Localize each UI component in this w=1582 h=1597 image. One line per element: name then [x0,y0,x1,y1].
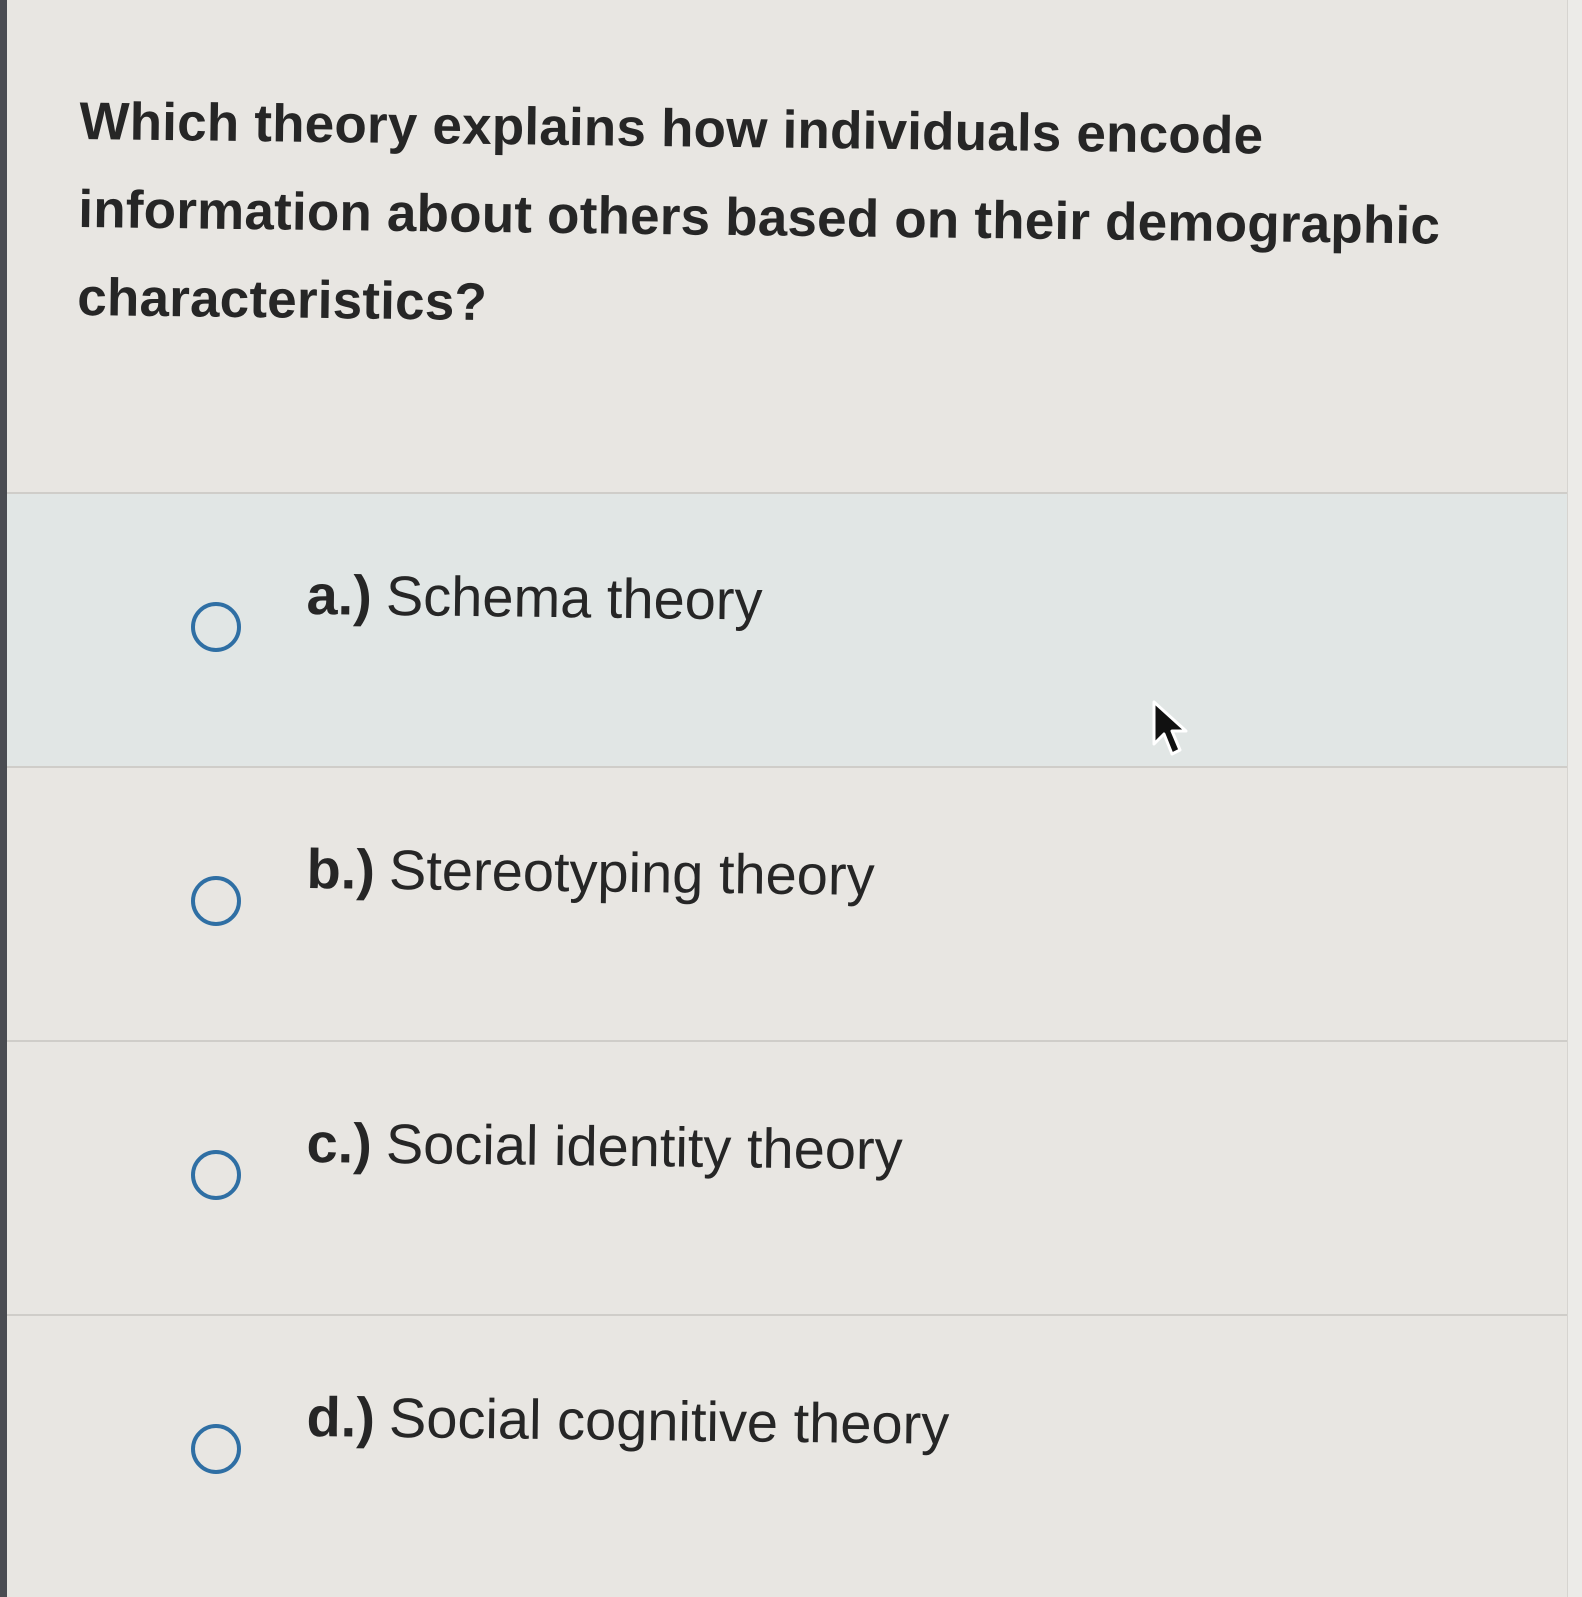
option-c-text: c.) Social identity theory [306,1108,903,1185]
option-b[interactable]: b.) Stereotyping theory [7,766,1567,1040]
option-a-letter: a.) [306,562,373,627]
option-a[interactable]: a.) Schema theory [7,492,1567,766]
option-c[interactable]: c.) Social identity theory [7,1040,1567,1314]
option-d-letter: d.) [306,1384,376,1449]
window-left-edge [0,0,7,1597]
mouse-pointer-icon [1152,700,1188,756]
option-b-label: Stereotyping theory [388,838,875,907]
question-text: Which theory explains how individuals en… [76,91,1441,332]
option-c-label: Social identity theory [385,1111,903,1182]
option-b-letter: b.) [306,836,376,901]
answer-options: a.) Schema theory b.) Stereotyping theory … [7,492,1567,1597]
option-a-label: Schema theory [385,563,763,632]
radio-button-c[interactable] [191,1150,241,1200]
option-c-letter: c.) [306,1110,373,1175]
option-a-text: a.) Schema theory [306,560,763,636]
option-d[interactable]: d.) Social cognitive theory [7,1314,1567,1588]
radio-button-b[interactable] [191,876,241,926]
option-d-text: d.) Social cognitive theory [306,1382,950,1460]
radio-button-d[interactable] [191,1424,241,1474]
option-d-label: Social cognitive theory [388,1386,950,1456]
scrollbar-track[interactable] [1567,0,1582,1597]
question-block: Which theory explains how individuals en… [76,78,1500,478]
option-b-text: b.) Stereotyping theory [306,834,875,911]
radio-button-a[interactable] [191,602,241,652]
